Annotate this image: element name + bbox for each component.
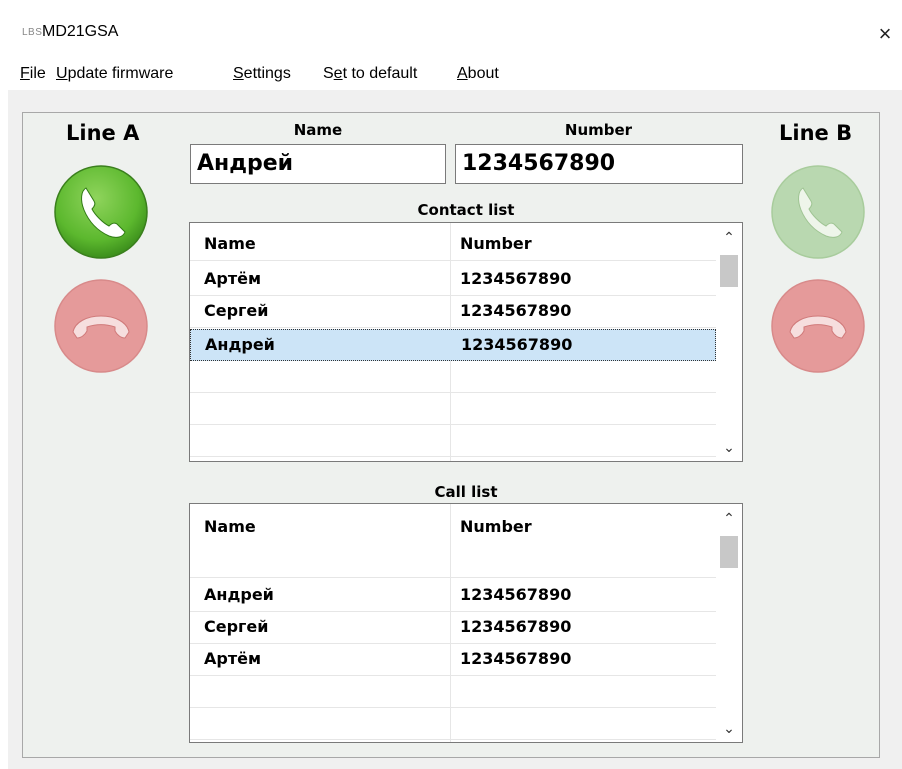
name-field-label: Name (293, 121, 343, 139)
menu-settings-mnemonic: S (233, 65, 244, 82)
scroll-thumb[interactable] (720, 536, 738, 568)
scroll-down-icon[interactable]: ⌄ (716, 433, 742, 461)
line-b-answer-button[interactable] (770, 164, 866, 260)
call-number: 1234567890 (460, 585, 572, 604)
menu-bar: File Update firmware Settings Set to def… (0, 60, 902, 90)
scroll-up-icon[interactable]: ⌃ (716, 504, 742, 532)
line-b-label: Line B (779, 121, 853, 145)
contact-number: 1234567890 (460, 301, 572, 320)
menu-update-firmware[interactable]: Update firmware (56, 65, 173, 83)
phone-answer-icon (54, 165, 148, 259)
call-number: 1234567890 (460, 617, 572, 636)
list-item-empty (190, 425, 716, 457)
number-input[interactable]: 1234567890 (455, 144, 743, 184)
menu-file-label: ile (29, 65, 46, 82)
call-name: Сергей (204, 617, 269, 636)
list-item[interactable]: Артём 1234567890 (190, 264, 716, 296)
column-header-name: Name (204, 517, 256, 536)
column-header-name: Name (204, 234, 256, 253)
contact-name: Андрей (205, 335, 275, 354)
list-item-empty (190, 708, 716, 740)
menu-set-to-default-mnemonic: e (333, 65, 343, 82)
menu-about-mnemonic: A (457, 65, 468, 82)
list-item[interactable]: Сергей 1234567890 (190, 612, 716, 644)
contact-number: 1234567890 (460, 269, 572, 288)
call-list-header: Name Number (190, 512, 716, 578)
phone-hangup-icon (771, 279, 865, 373)
menu-update-firmware-mnemonic: U (56, 65, 68, 82)
call-name: Артём (204, 649, 262, 668)
name-input[interactable]: Андрей (190, 144, 446, 184)
menu-about[interactable]: About (457, 65, 499, 83)
list-item[interactable]: Артём 1234567890 (190, 644, 716, 676)
menu-settings[interactable]: Settings (233, 65, 291, 83)
list-item-empty (190, 676, 716, 708)
menu-update-firmware-label: pdate firmware (67, 65, 174, 82)
contact-list-title: Contact list (417, 201, 515, 219)
call-number: 1234567890 (460, 649, 572, 668)
scroll-down-icon[interactable]: ⌄ (716, 714, 742, 742)
menu-settings-label: ettings (243, 65, 291, 82)
menu-set-to-default[interactable]: Set to default (323, 65, 417, 83)
list-item[interactable]: Сергей 1234567890 (190, 296, 716, 328)
contact-name: Артём (204, 269, 262, 288)
call-list-title: Call list (434, 483, 498, 501)
list-item-empty (190, 361, 716, 393)
window-title: MD21GSA (42, 23, 119, 40)
phone-hangup-icon (54, 279, 148, 373)
contact-list-header: Name Number (190, 229, 716, 261)
number-field-label: Number (564, 121, 633, 139)
call-name: Андрей (204, 585, 274, 604)
scroll-up-icon[interactable]: ⌃ (716, 223, 742, 251)
contact-list-scrollbar[interactable]: ⌃ ⌄ (716, 223, 742, 461)
phone-answer-icon (771, 165, 865, 259)
list-item-empty (190, 393, 716, 425)
menu-file-mnemonic: F (20, 65, 30, 82)
title-bar: LBS MD21GSA × (0, 0, 902, 60)
line-a-hangup-button[interactable] (53, 278, 149, 374)
list-item[interactable]: Андрей 1234567890 (190, 580, 716, 612)
list-item-selected[interactable]: Андрей 1234567890 (190, 329, 716, 361)
contact-number: 1234567890 (461, 335, 573, 354)
contact-list[interactable]: Name Number Артём 1234567890 Сергей 1234… (189, 222, 743, 462)
app-icon: LBS (22, 27, 43, 38)
contact-name: Сергей (204, 301, 269, 320)
line-a-answer-button[interactable] (53, 164, 149, 260)
column-header-number: Number (460, 517, 532, 536)
menu-about-label: bout (467, 65, 499, 82)
menu-set-to-default-prefix: S (323, 65, 334, 82)
menu-set-to-default-label: t to default (342, 65, 418, 82)
call-list[interactable]: Name Number Андрей 1234567890 Сергей 123… (189, 503, 743, 743)
scroll-thumb[interactable] (720, 255, 738, 287)
call-list-scrollbar[interactable]: ⌃ ⌄ (716, 504, 742, 742)
menu-file[interactable]: File (20, 65, 46, 83)
line-a-label: Line A (66, 121, 140, 145)
close-button[interactable]: × (868, 17, 902, 51)
line-b-hangup-button[interactable] (770, 278, 866, 374)
column-header-number: Number (460, 234, 532, 253)
